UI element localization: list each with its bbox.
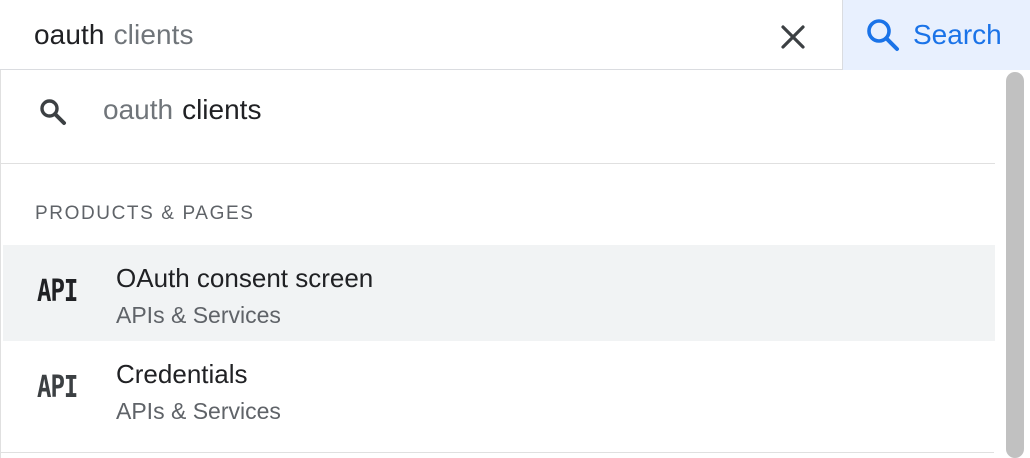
suggestion-text: oauth clients [103, 70, 261, 150]
suggestion-text-part1: oauth [103, 94, 174, 125]
result-title: OAuth consent screen [116, 263, 374, 293]
search-input[interactable]: oauth clients [34, 0, 194, 70]
search-button-label: Search [913, 19, 1002, 50]
results-panel: oauth clients PRODUCTS & PAGES API OAuth… [0, 70, 1030, 458]
result-subtitle: APIs & Services [116, 398, 281, 424]
suggestion-text-part2: clients [182, 94, 262, 125]
query-suggestion[interactable]: oauth clients [1, 70, 995, 164]
result-item[interactable]: API Credentials APIs & Services [3, 341, 995, 437]
result-title: Credentials [116, 359, 248, 389]
search-icon [867, 19, 899, 51]
section-header: PRODUCTS & PAGES [35, 203, 255, 224]
api-icon: API [37, 273, 78, 309]
divider [0, 452, 994, 453]
search-query-typed: oauth [34, 19, 105, 50]
search-dropdown-window: oauth clients Search oauth clients PRODU… [0, 0, 1030, 458]
result-item[interactable]: API OAuth consent screen APIs & Services [3, 245, 995, 341]
search-icon [40, 99, 66, 125]
search-bar: oauth clients Search [0, 0, 1030, 70]
clear-search-button[interactable] [770, 15, 816, 59]
result-subtitle: APIs & Services [116, 302, 281, 328]
close-icon [781, 25, 805, 49]
search-button[interactable]: Search [842, 0, 1030, 70]
search-query-autocomplete: clients [113, 19, 194, 50]
api-icon: API [37, 369, 78, 405]
scrollbar-thumb[interactable] [1006, 72, 1024, 458]
